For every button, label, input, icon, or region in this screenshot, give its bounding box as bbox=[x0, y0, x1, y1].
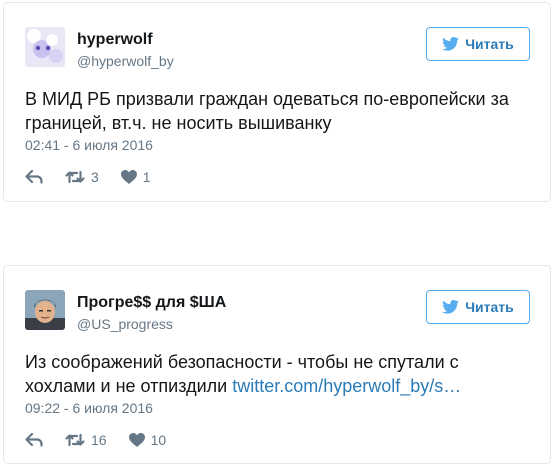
like-count: 1 bbox=[142, 169, 151, 185]
tweet-timestamp[interactable]: 09:22 - 6 июля 2016 bbox=[25, 400, 153, 416]
avatar[interactable] bbox=[25, 27, 65, 67]
reply-icon bbox=[25, 433, 43, 447]
reply-button[interactable] bbox=[25, 170, 43, 184]
tweet-link[interactable]: twitter.com/hyperwolf_by/s… bbox=[232, 376, 461, 396]
retweet-button[interactable]: 16 bbox=[65, 432, 107, 448]
avatar[interactable] bbox=[25, 290, 65, 330]
follow-button[interactable]: Читать bbox=[426, 290, 530, 324]
tweet-text: В МИД РБ призвали граждан одеваться по-е… bbox=[25, 87, 530, 135]
reply-icon bbox=[25, 170, 43, 184]
follow-label: Читать bbox=[465, 36, 514, 52]
tweet-card: Прогре$$ для $ША @US_progress Читать Из … bbox=[3, 265, 551, 464]
follow-button[interactable]: Читать bbox=[426, 27, 530, 61]
heart-icon bbox=[120, 170, 137, 184]
tweet-card: hyperwolf @hyperwolf_by Читать В МИД РБ … bbox=[3, 2, 551, 202]
twitter-bird-icon bbox=[442, 300, 460, 314]
like-button[interactable]: 10 bbox=[128, 432, 167, 448]
author-handle[interactable]: @hyperwolf_by bbox=[77, 53, 174, 69]
tweet-timestamp[interactable]: 02:41 - 6 июля 2016 bbox=[25, 137, 153, 153]
tweet-body: В МИД РБ призвали граждан одеваться по-е… bbox=[25, 89, 509, 133]
author-name[interactable]: hyperwolf bbox=[77, 31, 153, 49]
author-name[interactable]: Прогре$$ для $ША bbox=[77, 294, 226, 312]
reply-button[interactable] bbox=[25, 433, 43, 447]
retweet-icon bbox=[65, 433, 85, 447]
retweet-count: 3 bbox=[91, 169, 99, 185]
retweet-icon bbox=[65, 170, 85, 184]
tweet-text: Из соображений безопасности - чтобы не с… bbox=[25, 350, 530, 398]
like-count: 10 bbox=[150, 432, 167, 448]
heart-icon bbox=[128, 433, 145, 447]
twitter-bird-icon bbox=[442, 37, 460, 51]
retweet-button[interactable]: 3 bbox=[65, 169, 99, 185]
author-handle[interactable]: @US_progress bbox=[77, 316, 173, 332]
like-button[interactable]: 1 bbox=[120, 169, 151, 185]
tweet-actions: 16 10 bbox=[25, 430, 188, 450]
retweet-count: 16 bbox=[91, 432, 107, 448]
follow-label: Читать bbox=[465, 299, 514, 315]
tweet-actions: 3 1 bbox=[25, 167, 173, 187]
